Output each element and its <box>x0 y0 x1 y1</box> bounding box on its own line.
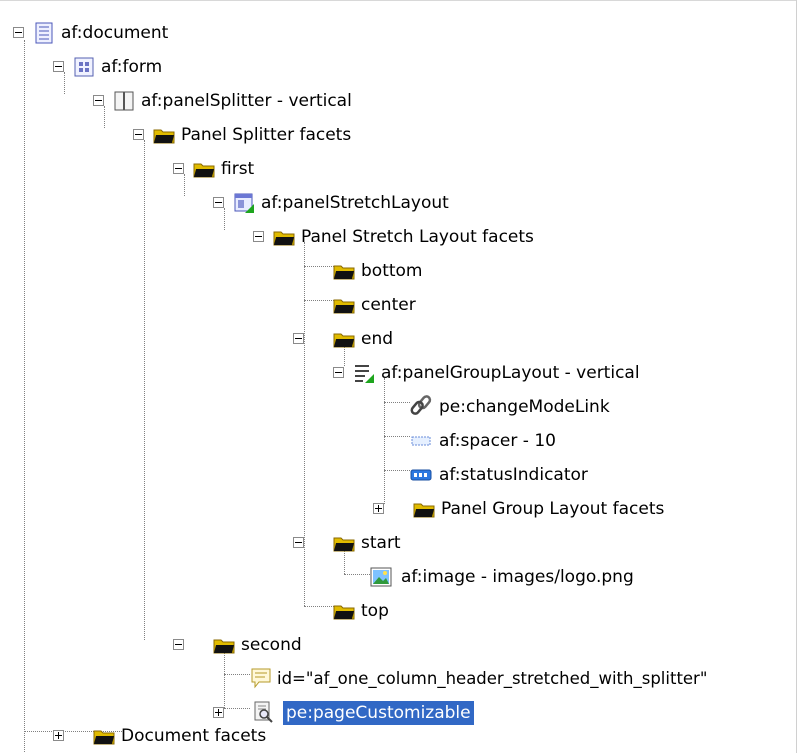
tree-node-label: top <box>361 601 389 621</box>
tree-node-label: pe:changeModeLink <box>439 397 610 417</box>
folder-icon <box>193 158 215 180</box>
tree-node-pe-changemodelink[interactable]: pe:changeModeLink <box>0 390 760 424</box>
folder-icon <box>333 294 355 316</box>
tree-node-label: start <box>361 533 401 553</box>
expand-toggle[interactable] <box>53 730 64 741</box>
tree-node-af-panelsplitter[interactable]: af:panelSplitter - vertical <box>0 84 420 118</box>
tree-node-label: af:panelSplitter - vertical <box>141 91 352 111</box>
tree-node-label: af:spacer - 10 <box>439 431 556 451</box>
tree-node-label: Panel Group Layout facets <box>441 499 665 519</box>
tree-node-label: af:statusIndicator <box>439 465 588 485</box>
folder-icon <box>333 260 355 282</box>
tree-node-document-facets[interactable]: Document facets <box>0 719 400 753</box>
tree-node-label: af:document <box>61 23 169 43</box>
tree-node-panel-stretch-layout-facets[interactable]: Panel Stretch Layout facets <box>0 220 620 254</box>
spacer-icon <box>410 430 432 452</box>
tree-node-af-document[interactable]: af:document <box>0 16 240 50</box>
tree-node-first[interactable]: first <box>0 152 300 186</box>
collapse-toggle[interactable] <box>173 639 184 650</box>
folder-icon <box>153 124 175 146</box>
collapse-toggle[interactable] <box>293 537 304 548</box>
folder-icon <box>213 634 235 656</box>
collapse-toggle[interactable] <box>13 27 24 38</box>
tree-node-label: bottom <box>361 261 423 281</box>
document-icon <box>33 22 55 44</box>
tree-node-comment[interactable]: id="af_one_column_header_stretched_with_… <box>0 662 797 696</box>
tree-node-start[interactable]: start <box>0 526 500 560</box>
comment-icon <box>250 667 272 689</box>
tree-node-label: second <box>241 635 302 655</box>
folder-icon <box>333 328 355 350</box>
form-icon <box>73 56 95 78</box>
tree-node-label: center <box>361 295 416 315</box>
collapse-toggle[interactable] <box>293 333 304 344</box>
tree-node-second[interactable]: second <box>0 628 400 662</box>
structure-tree: af:document af:form af:panelSplitter - v… <box>0 0 797 753</box>
tree-node-top[interactable]: top <box>0 594 500 628</box>
tree-node-bottom[interactable]: bottom <box>0 254 500 288</box>
tree-node-panel-splitter-facets[interactable]: Panel Splitter facets <box>0 118 420 152</box>
expand-toggle[interactable] <box>373 503 384 514</box>
tree-node-label: af:panelStretchLayout <box>261 193 449 213</box>
folder-icon <box>413 498 435 520</box>
tree-node-af-form[interactable]: af:form <box>0 50 240 84</box>
tree-node-af-spacer[interactable]: af:spacer - 10 <box>0 424 760 458</box>
splitter-icon <box>113 90 135 112</box>
tree-node-label: af:panelGroupLayout - vertical <box>381 363 640 383</box>
group-layout-icon <box>353 362 375 384</box>
folder-icon <box>93 725 115 747</box>
collapse-toggle[interactable] <box>173 163 184 174</box>
tree-node-center[interactable]: center <box>0 288 500 322</box>
stretch-layout-icon <box>233 192 255 214</box>
collapse-toggle[interactable] <box>53 61 64 72</box>
tree-node-label: id="af_one_column_header_stretched_with_… <box>277 669 708 688</box>
tree-node-label: first <box>221 159 255 179</box>
status-indicator-icon <box>410 464 432 486</box>
folder-icon <box>273 226 295 248</box>
tree-node-af-statusindicator[interactable]: af:statusIndicator <box>0 458 760 492</box>
tree-node-af-image[interactable]: af:image - images/logo.png <box>0 560 760 594</box>
tree-node-label: Document facets <box>121 726 267 746</box>
tree-node-end[interactable]: end <box>0 322 500 356</box>
tree-node-label: Panel Splitter facets <box>181 125 352 145</box>
tree-node-af-panelgrouplayout[interactable]: af:panelGroupLayout - vertical <box>0 356 760 390</box>
tree-node-panel-group-layout-facets[interactable]: Panel Group Layout facets <box>0 492 760 526</box>
image-icon <box>370 566 392 588</box>
link-icon <box>410 394 432 416</box>
expand-toggle[interactable] <box>213 707 224 718</box>
tree-node-af-panelstretchlayout[interactable]: af:panelStretchLayout <box>0 186 500 220</box>
collapse-toggle[interactable] <box>333 367 344 378</box>
collapse-toggle[interactable] <box>253 231 264 242</box>
folder-icon <box>333 600 355 622</box>
tree-node-label: Panel Stretch Layout facets <box>301 227 534 247</box>
collapse-toggle[interactable] <box>213 197 224 208</box>
folder-icon <box>333 532 355 554</box>
tree-node-label: af:form <box>101 57 163 77</box>
collapse-toggle[interactable] <box>93 95 104 106</box>
collapse-toggle[interactable] <box>133 129 144 140</box>
tree-node-label: af:image - images/logo.png <box>401 567 634 587</box>
tree-node-label: end <box>361 329 394 349</box>
